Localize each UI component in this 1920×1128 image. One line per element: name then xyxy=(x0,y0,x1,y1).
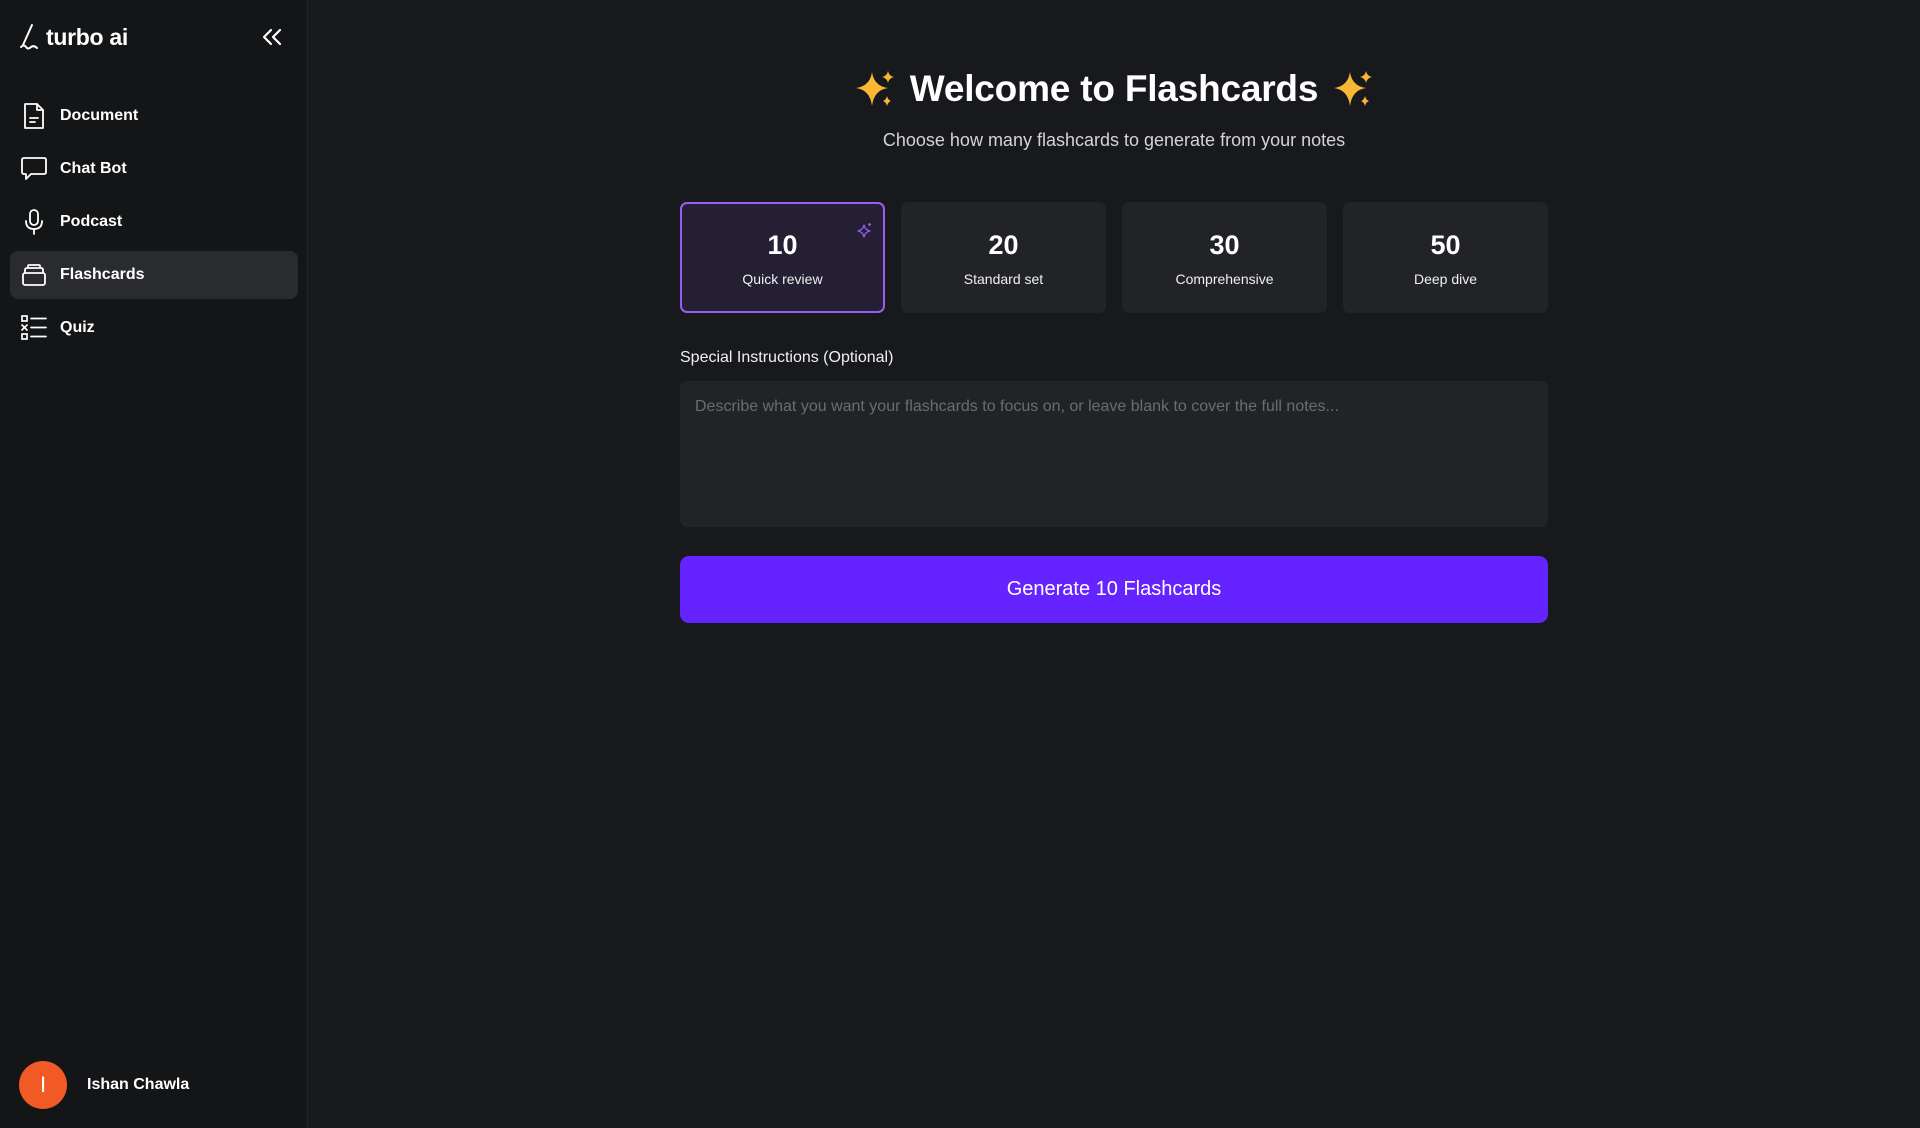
sidebar-item-podcast[interactable]: Podcast xyxy=(10,198,298,246)
option-label: Standard set xyxy=(963,270,1044,287)
option-30-cards[interactable]: 30 Comprehensive xyxy=(1122,202,1327,313)
brand[interactable]: turbo ai xyxy=(18,20,128,54)
sidebar-item-chat-bot[interactable]: Chat Bot xyxy=(10,145,298,193)
title-row: Welcome to Flashcards xyxy=(680,68,1548,110)
main-panel: Welcome to Flashcards Choose how many fl… xyxy=(308,0,1920,1128)
sidebar-nav: Document Chat Bot Podcast Flashcards Qui… xyxy=(10,92,298,357)
chat-icon xyxy=(20,155,48,183)
sidebar-item-label: Document xyxy=(60,107,139,124)
sidebar-item-label: Chat Bot xyxy=(60,160,127,177)
sidebar-item-label: Podcast xyxy=(60,213,123,230)
flashcards-icon xyxy=(20,261,48,289)
pen-logo-icon xyxy=(18,22,40,52)
option-count: 30 xyxy=(1209,229,1240,260)
user-name: Ishan Chawla xyxy=(87,1076,190,1093)
document-icon xyxy=(20,102,48,130)
generate-flashcards-button[interactable]: Generate 10 Flashcards xyxy=(680,556,1548,623)
option-count: 50 xyxy=(1430,229,1461,260)
option-count: 20 xyxy=(988,229,1019,260)
collapse-sidebar-button[interactable] xyxy=(256,22,288,52)
instructions-label: Special Instructions (Optional) xyxy=(680,349,894,366)
option-10-cards[interactable]: 10 Quick review xyxy=(680,202,885,313)
option-label: Comprehensive xyxy=(1175,270,1274,287)
option-50-cards[interactable]: 50 Deep dive xyxy=(1343,202,1548,313)
sidebar-item-flashcards[interactable]: Flashcards xyxy=(10,251,298,299)
card-count-options: 10 Quick review 20 Standard set 30 Compr… xyxy=(680,202,1548,313)
avatar: I xyxy=(19,1061,67,1109)
brand-name: turbo ai xyxy=(46,23,128,50)
option-label: Deep dive xyxy=(1413,270,1478,287)
page-title: Welcome to Flashcards xyxy=(909,68,1319,109)
sidebar-item-label: Flashcards xyxy=(60,266,145,283)
user-profile[interactable]: I Ishan Chawla xyxy=(19,1061,189,1109)
page-subtitle: Choose how many flashcards to generate f… xyxy=(882,130,1346,150)
sidebar: turbo ai Document Chat Bot Podcast Flash… xyxy=(0,0,308,1128)
option-20-cards[interactable]: 20 Standard set xyxy=(901,202,1106,313)
sparkle-icon xyxy=(855,222,873,240)
sidebar-item-label: Quiz xyxy=(60,319,95,336)
sparkles-icon xyxy=(1332,68,1374,110)
sparkles-icon xyxy=(854,68,896,110)
microphone-icon xyxy=(20,208,48,236)
option-count: 10 xyxy=(767,229,798,260)
option-label: Quick review xyxy=(742,270,823,287)
avatar-initial: I xyxy=(39,1072,47,1097)
chevrons-left-icon xyxy=(262,28,282,46)
app-window: turbo ai Document Chat Bot Podcast Flash… xyxy=(0,0,1920,1128)
sidebar-item-quiz[interactable]: Quiz xyxy=(10,304,298,352)
instructions-textarea[interactable] xyxy=(680,381,1548,527)
quiz-list-icon xyxy=(20,314,48,342)
sidebar-item-document[interactable]: Document xyxy=(10,92,298,140)
